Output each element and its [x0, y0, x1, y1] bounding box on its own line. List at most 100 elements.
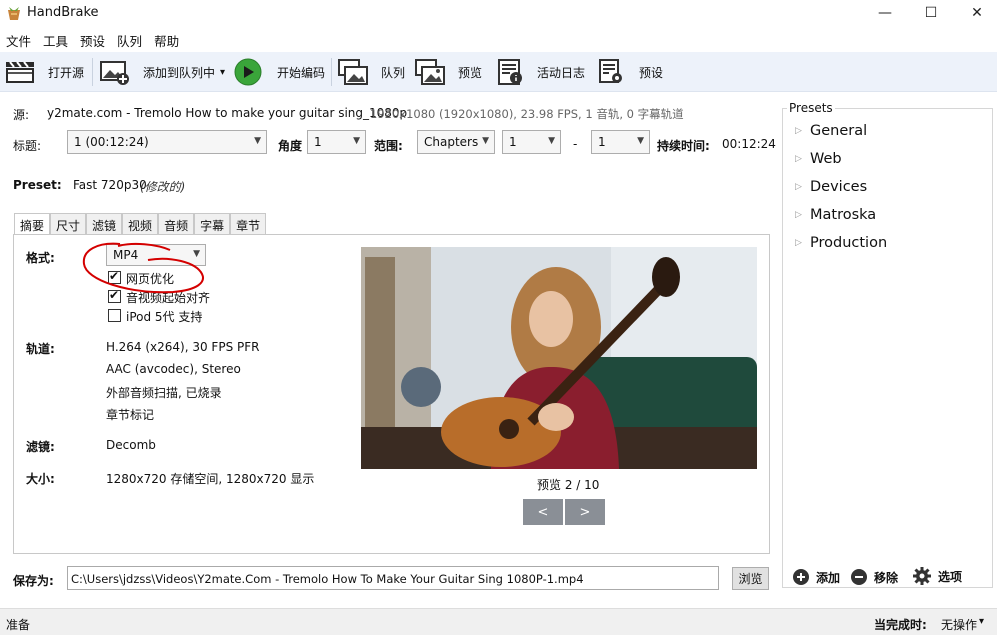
start-encode-button[interactable]: 开始编码 — [234, 52, 325, 92]
expand-triangle-icon: ▷ — [795, 238, 802, 248]
open-source-button[interactable]: 打开源 — [4, 52, 84, 92]
tab-filters[interactable]: 滤镜 — [86, 213, 123, 234]
maximize-button[interactable]: ☐ — [908, 0, 954, 26]
add-to-queue-dropdown-icon[interactable]: ▾ — [220, 67, 225, 78]
menu-tools[interactable]: 工具 — [37, 28, 74, 50]
chevron-down-icon: ▼ — [482, 136, 489, 146]
source-label: 源: — [13, 108, 30, 122]
when-done-label: 当完成时: — [874, 618, 927, 632]
preset-group-label: Devices — [810, 179, 868, 195]
range-start-select[interactable]: 1 ▼ — [502, 130, 561, 154]
add-circle-icon — [793, 569, 809, 585]
remove-preset-button[interactable]: 移除 — [850, 568, 898, 586]
red-annotation-circle — [82, 242, 204, 294]
handbrake-logo-icon — [8, 7, 20, 20]
toolbar-separator — [331, 58, 332, 86]
presets-icon — [599, 59, 622, 83]
when-done-value: 无操作 — [941, 618, 978, 632]
source-name: y2mate.com - Tremolo How to make your gu… — [47, 106, 408, 120]
preview-button[interactable]: 预览 — [414, 52, 482, 92]
tab-strip: 摘要 尺寸 滤镜 视频 音频 字幕 章节 — [14, 213, 267, 236]
range-end-select[interactable]: 1 ▼ — [591, 130, 650, 154]
tab-chapters[interactable]: 章节 — [230, 213, 267, 234]
save-path-input[interactable]: C:\Users\jdzss\Videos\Y2mate.Com - Tremo… — [67, 566, 719, 590]
queue-icon — [338, 59, 368, 85]
range-label: 范围: — [374, 139, 403, 153]
preset-options-label: 选项 — [938, 569, 963, 584]
preset-group-general[interactable]: ▷ General — [795, 123, 867, 139]
preset-group-label: Matroska — [810, 207, 877, 223]
add-to-queue-button[interactable]: 添加到队列中 ▾ — [99, 52, 225, 92]
preview-image — [361, 247, 757, 469]
ipod-checkbox[interactable] — [108, 309, 121, 322]
track-chapters: 章节标记 — [106, 408, 155, 422]
activity-log-button[interactable]: 活动日志 — [496, 52, 585, 92]
preset-options-button[interactable]: 选项 — [912, 566, 962, 586]
preset-group-production[interactable]: ▷ Production — [795, 235, 887, 251]
preview-next-button[interactable]: > — [565, 499, 605, 525]
remove-preset-label: 移除 — [874, 570, 899, 585]
menu-help[interactable]: 帮助 — [148, 28, 185, 50]
title-select[interactable]: 1 (00:12:24) ▼ — [67, 130, 267, 154]
close-button[interactable]: ✕ — [954, 0, 997, 26]
size-label: 大小: — [26, 472, 55, 486]
toolbar-separator — [92, 58, 93, 86]
chevron-down-icon: ▼ — [353, 136, 360, 146]
queue-label: 队列 — [381, 65, 406, 80]
gear-icon — [913, 567, 931, 585]
preset-group-web[interactable]: ▷ Web — [795, 151, 842, 167]
preset-label: Preset: — [13, 178, 62, 192]
chevron-down-icon: ▼ — [548, 136, 555, 146]
menu-presets[interactable]: 预设 — [74, 28, 111, 50]
preset-group-label: Production — [810, 235, 888, 251]
preset-group-label: General — [810, 123, 868, 139]
when-done-select[interactable]: 无操作 ▾ — [941, 616, 984, 633]
remove-circle-icon — [851, 569, 867, 585]
preset-group-devices[interactable]: ▷ Devices — [795, 179, 867, 195]
add-preset-label: 添加 — [816, 570, 841, 585]
range-dash: - — [573, 137, 578, 151]
tab-audio[interactable]: 音频 — [158, 213, 195, 234]
open-source-label: 打开源 — [48, 65, 85, 80]
preview-caption: 预览 2 / 10 — [537, 478, 600, 492]
title-bar: HandBrake — ☐ ✕ — [0, 0, 997, 26]
toolbar: 打开源 添加到队列中 ▾ 开始编码 队列 预览 活动日志 预设 — [0, 52, 997, 92]
angle-select-value: 1 — [314, 135, 322, 149]
preset-group-matroska[interactable]: ▷ Matroska — [795, 207, 876, 223]
preview-prev-button[interactable]: < — [523, 499, 563, 525]
range-type-select[interactable]: Chapters ▼ — [417, 130, 495, 154]
add-preset-button[interactable]: 添加 — [792, 568, 840, 586]
tab-dimensions[interactable]: 尺寸 — [50, 213, 87, 234]
expand-triangle-icon: ▷ — [795, 210, 802, 220]
menu-file[interactable]: 文件 — [0, 28, 37, 50]
menu-queue[interactable]: 队列 — [111, 28, 148, 50]
expand-triangle-icon: ▷ — [795, 126, 802, 136]
size-value: 1280x720 存储空间, 1280x720 显示 — [106, 472, 315, 486]
queue-button[interactable]: 队列 — [337, 52, 405, 92]
tracks-label: 轨道: — [26, 342, 55, 356]
range-type-value: Chapters — [424, 135, 479, 149]
duration-value: 00:12:24 — [722, 137, 776, 151]
status-bar: 准备 当完成时: 无操作 ▾ — [0, 608, 997, 635]
save-as-label: 保存为: — [13, 574, 54, 588]
tab-subtitles[interactable]: 字幕 — [194, 213, 231, 234]
presets-button[interactable]: 预设 — [597, 52, 663, 92]
filters-value: Decomb — [106, 438, 156, 452]
format-label: 格式: — [26, 251, 55, 265]
preview-label: 预览 — [458, 65, 483, 80]
play-icon — [234, 58, 262, 86]
tab-video[interactable]: 视频 — [122, 213, 159, 234]
title-label: 标题: — [13, 139, 42, 153]
chevron-down-icon: ▼ — [254, 136, 261, 146]
ipod-label: iPod 5代 支持 — [126, 310, 203, 324]
track-audio: AAC (avcodec), Stereo — [106, 362, 241, 376]
add-picture-icon — [100, 61, 129, 85]
tab-summary[interactable]: 摘要 — [14, 213, 51, 236]
minimize-button[interactable]: — — [862, 0, 908, 26]
browse-button[interactable]: 浏览 — [732, 567, 769, 590]
filters-label: 滤镜: — [26, 440, 55, 454]
preview-icon — [415, 59, 445, 85]
track-video: H.264 (x264), 30 FPS PFR — [106, 340, 260, 354]
title-select-value: 1 (00:12:24) — [74, 135, 149, 149]
angle-select[interactable]: 1 ▼ — [307, 130, 366, 154]
